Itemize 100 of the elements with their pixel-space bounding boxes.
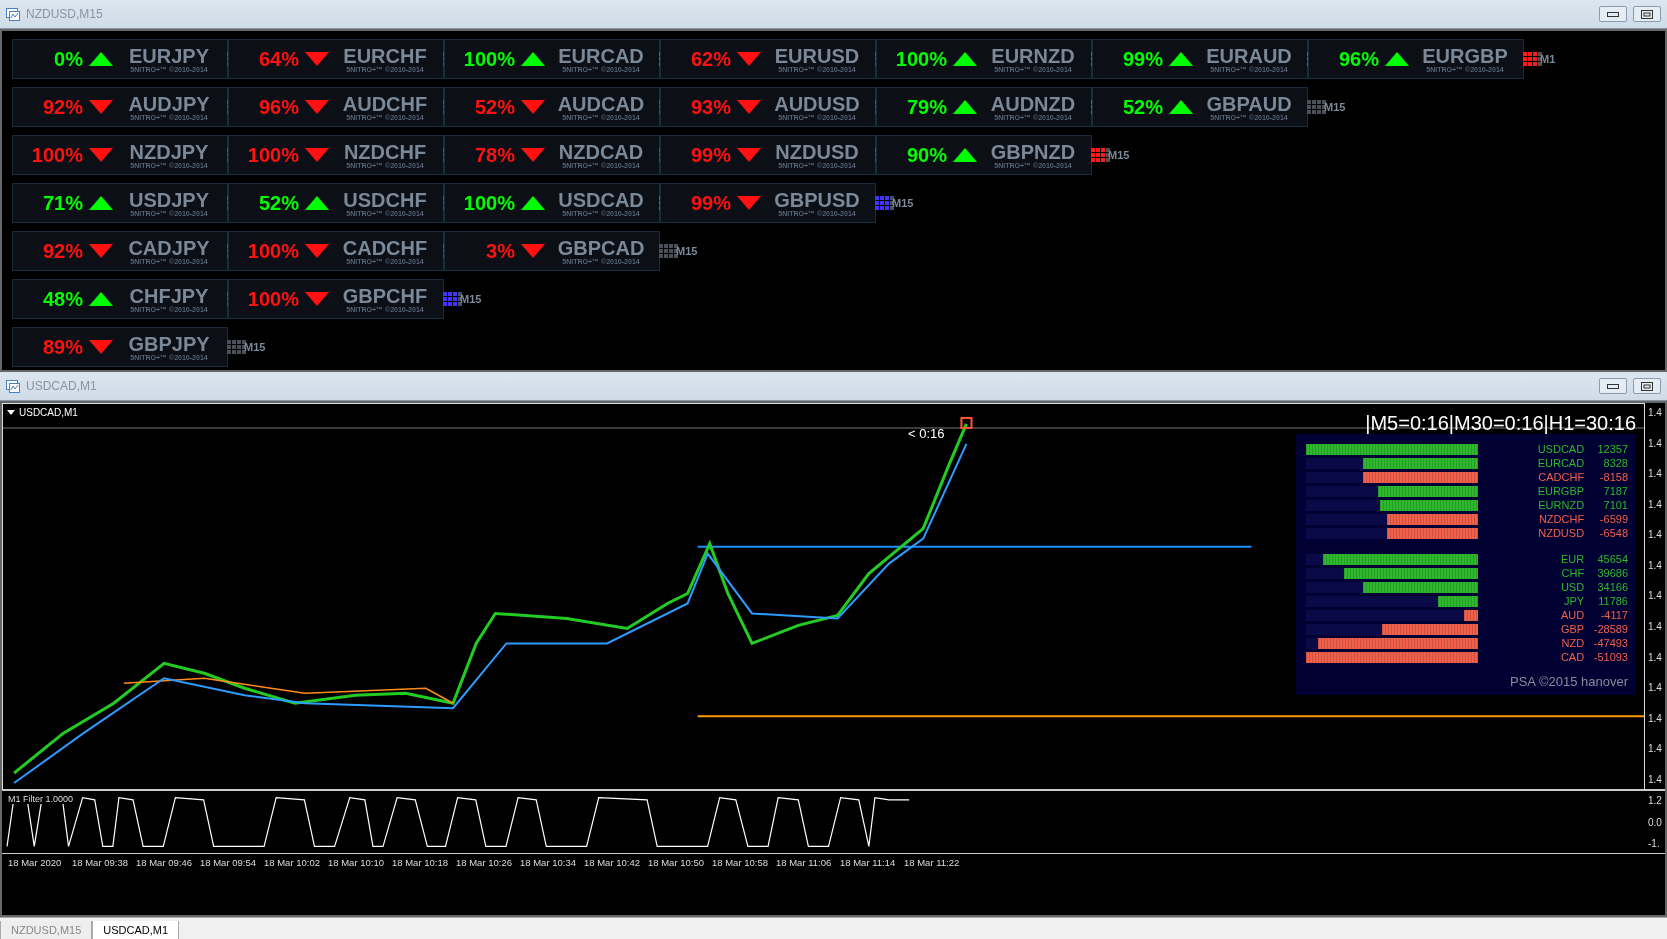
percent-value: 79% [905,95,947,119]
price-axis-label: 1.4 [1647,437,1663,449]
window-title: NZDUSD,M15 [26,7,104,21]
percent-value: 52% [1121,95,1163,119]
strength-value: 8328 [1602,457,1628,469]
strength-value: -47493 [1592,637,1628,649]
price-axis-label: 1.4 [1647,682,1663,694]
strength-name: CADCHF [1537,471,1585,483]
time-axis-label: 18 Mar 11:14 [840,856,897,870]
time-axis-label: 18 Mar 09:46 [136,856,193,870]
percent-value: 100% [246,143,299,167]
percent-value: 71% [41,191,83,215]
pair-name: EURJPY [129,45,209,66]
strength-name: NZDCHF [1537,513,1585,525]
pair-name: AUDNZD [990,93,1076,114]
current-price-marker [960,416,973,429]
time-axis-label: 18 Mar 10:50 [648,856,705,870]
percent-value: 96% [1337,47,1379,71]
indicator-axis-label: 0.0 [1647,816,1663,828]
strength-name: NZD [1560,637,1585,649]
time-axis-label: 18 Mar 2020 [8,856,63,870]
strength-value: -8158 [1598,471,1628,483]
pair-name: GBPAUD [1206,93,1292,114]
pair-name: EURCAD [558,45,644,66]
strength-value: -28589 [1592,623,1628,635]
countdown-label: < 0:16 [908,426,945,441]
timeframe-label: M15 [1108,149,1130,161]
percent-value: 100% [894,47,947,71]
time-axis-label: 18 Mar 09:54 [200,856,257,870]
strength-name: NZDUSD [1537,527,1585,539]
strength-name: CAD [1559,651,1585,663]
chart-window-icon [6,379,20,393]
strength-name: AUD [1559,609,1585,621]
timeframe-label: M1 [1540,53,1556,65]
percent-value: 100% [462,191,515,215]
strength-name: USDCAD [1536,443,1585,455]
time-axis-label: 18 Mar 10:34 [520,856,577,870]
timer-text: |M5=0:16|M30=0:16|H1=30:16 [1365,412,1636,435]
strength-name: EURCAD [1536,457,1585,469]
pair-name: USDCAD [558,189,644,210]
pair-name: AUDCAD [557,93,645,114]
pair-name: EURAUD [1206,45,1292,66]
price-axis-label: 1.4 [1647,529,1663,541]
percent-value: 52% [473,95,515,119]
chart-symbol-label: USDCAD,M1 [19,407,78,418]
strength-value: 39686 [1596,567,1628,579]
chart-tab[interactable]: USDCAD,M1 [92,921,180,939]
minimize-button[interactable] [1599,378,1627,394]
price-axis-label: 1.4 [1647,407,1663,418]
strength-value: -6548 [1598,527,1628,539]
pair-name: EURGBP [1422,45,1508,66]
pair-name: EURNZD [991,45,1075,66]
minimize-icon [1607,11,1619,17]
chart-window-icon [6,7,20,21]
timeframe-label: M15 [892,197,914,209]
percent-value: 99% [1121,47,1163,71]
strength-value: 12357 [1596,443,1628,455]
time-axis-label: 18 Mar 10:42 [584,856,641,870]
minimize-button[interactable] [1599,6,1627,22]
strength-value: 7101 [1602,499,1628,511]
pair-name: NZDUSD [775,141,859,162]
percent-value: 92% [41,95,83,119]
time-axis-label: 18 Mar 11:06 [776,856,833,870]
strength-value: -4117 [1599,609,1628,621]
timeframe-label: M15 [1324,101,1346,113]
minimize-icon [1607,383,1619,389]
percent-value: 62% [689,47,731,71]
price-axis-label: 1.4 [1647,743,1663,755]
pair-name: NZDCHF [343,141,427,162]
strength-name: GBP [1559,623,1585,635]
pair-name: EURUSD [774,45,860,66]
time-axis-label: 18 Mar 10:26 [456,856,513,870]
pair-name: GBPNZD [990,141,1076,162]
strength-value: 34166 [1596,581,1628,593]
strength-value: 7187 [1602,485,1628,497]
price-axis-label: 1.4 [1647,651,1663,663]
time-axis-label: 18 Mar 11:22 [904,856,961,870]
indicator-axis-label: -1. [1647,838,1661,849]
pair-name: NZDCAD [558,141,644,162]
percent-value: 89% [41,335,83,359]
percent-value: 48% [41,287,83,311]
pair-name: USDJPY [129,189,209,210]
percent-value: 99% [689,143,731,167]
percent-value: 100% [246,287,299,311]
strength-value: -51093 [1592,651,1628,663]
time-axis-label: 18 Mar 10:18 [392,856,449,870]
restore-icon [1641,9,1653,19]
pair-name: EURCHF [343,45,427,66]
percent-value: 0% [53,47,83,71]
strength-value: 11786 [1597,595,1628,607]
restore-button[interactable] [1633,378,1661,394]
price-axis-label: 1.4 [1647,468,1663,480]
restore-button[interactable] [1633,6,1661,22]
timeframe-label: M15 [460,293,482,305]
percent-value: 78% [473,143,515,167]
window-title: USDCAD,M1 [26,379,98,393]
pair-name: AUDJPY [128,93,210,114]
pair-name: NZDJPY [129,141,209,162]
dropdown-triangle-icon[interactable] [7,410,15,415]
pair-name: AUDUSD [774,93,860,114]
